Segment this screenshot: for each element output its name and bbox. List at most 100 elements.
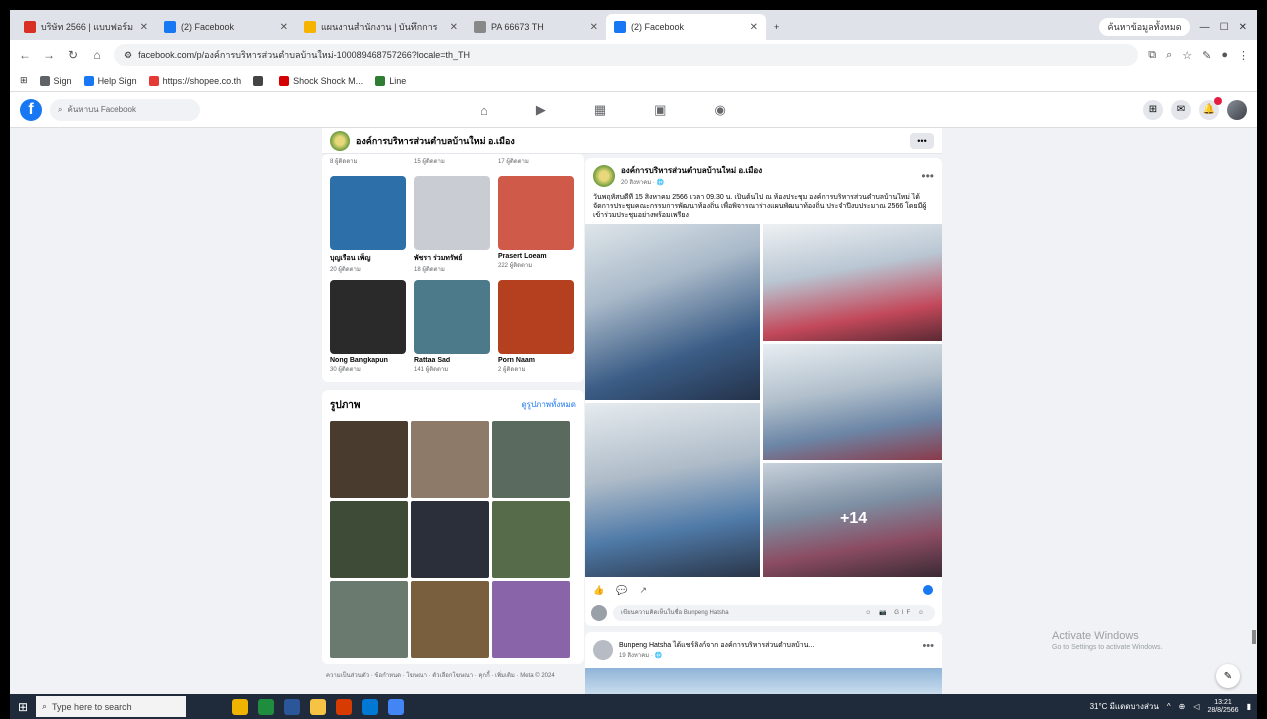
audience-icon[interactable] — [923, 585, 933, 595]
messenger-icon[interactable]: ✉ — [1171, 99, 1191, 120]
post-photo-1[interactable] — [585, 224, 760, 400]
tray-arrow-icon[interactable]: ^ — [1167, 702, 1171, 711]
friend-name[interactable]: Porn Naam — [498, 357, 574, 364]
new-tab-icon[interactable]: + — [766, 14, 787, 40]
facebook-search[interactable]: ⌕ ค้นหาบน Facebook — [50, 98, 200, 121]
photo-tile[interactable] — [492, 421, 570, 498]
taskbar-app-icon[interactable] — [232, 698, 248, 715]
tab-close-icon[interactable]: ✕ — [450, 22, 458, 33]
friend-item[interactable]: บุญเรือน เพ็ญ 20 ผู้ติดตาม — [330, 176, 406, 274]
page-name[interactable]: องค์การบริหารส่วนตำบลบ้านใหม่ อ.เมือง — [356, 134, 515, 148]
second-post-date[interactable]: 19 สิงหาคม · 🌐 — [619, 650, 662, 660]
friend-photo[interactable] — [414, 176, 490, 250]
second-post-menu-icon[interactable]: ••• — [922, 640, 934, 652]
site-info-icon[interactable]: ⚙ — [124, 50, 132, 61]
notification-center-icon[interactable]: ▮ — [1247, 702, 1251, 711]
bookmark-item[interactable]: Line — [375, 75, 406, 86]
taskbar-app-icon[interactable] — [388, 698, 404, 715]
taskbar-app-icon[interactable] — [336, 698, 352, 715]
friend-item[interactable]: Nong Bangkapun 30 ผู้ติดตาม — [330, 280, 406, 374]
friend-item[interactable]: Prasert Loeam 222 ผู้ติดตาม — [498, 176, 574, 274]
more-photos-count[interactable]: +14 — [840, 510, 867, 528]
video-icon[interactable]: ▶ — [536, 102, 546, 118]
reload-icon[interactable]: ↻ — [66, 48, 80, 62]
taskbar-app-icon[interactable] — [310, 698, 326, 715]
comment-tools-icons[interactable]: ☺ 📷 GIF ☺ — [865, 605, 927, 621]
home-icon[interactable]: ⌂ — [480, 103, 488, 118]
friend-name[interactable]: Prasert Loeam — [498, 253, 574, 260]
second-post-image[interactable] — [585, 668, 942, 694]
taskbar-app-icon[interactable] — [258, 698, 274, 715]
browser-tab[interactable]: (2) Facebook ✕ — [606, 14, 766, 40]
menu-grid-icon[interactable]: ⊞ — [1143, 99, 1163, 120]
browser-tab[interactable]: แผนงานสำนักงาน | บันทึกการ ✕ — [296, 14, 466, 40]
taskbar-app-icon[interactable] — [362, 698, 378, 715]
back-icon[interactable]: ← — [18, 48, 32, 62]
friend-item[interactable]: Porn Naam 2 ผู้ติดตาม — [498, 280, 574, 374]
browser-tab[interactable]: บริษัท 2566 | แบบฟอร์ม ✕ — [16, 14, 156, 40]
marketplace-icon[interactable]: ▦ — [594, 102, 606, 118]
taskbar-search[interactable]: ⌕ Type here to search — [36, 696, 186, 717]
maximize-icon[interactable]: ☐ — [1220, 22, 1229, 33]
post-photos[interactable] — [585, 224, 942, 577]
forward-icon[interactable]: → — [42, 48, 56, 62]
bookmark-item[interactable]: https://shopee.co.th — [148, 75, 241, 86]
zoom-icon[interactable]: ⌕ — [1166, 49, 1172, 62]
browser-tab[interactable]: PA 66673 TH ✕ — [466, 14, 606, 40]
friend-photo[interactable] — [498, 280, 574, 354]
photo-tile[interactable] — [492, 501, 570, 578]
scrollbar[interactable] — [1252, 630, 1256, 644]
friend-name[interactable]: Nong Bangkapun — [330, 357, 406, 364]
post-author[interactable]: องค์การบริหารส่วนตำบลบ้านใหม่ อ.เมือง — [621, 164, 762, 177]
post-menu-icon[interactable]: ••• — [921, 169, 934, 183]
photo-tile[interactable] — [411, 421, 489, 498]
share-icon[interactable]: ↗ — [639, 585, 647, 596]
menu-icon[interactable]: ⋮ — [1238, 49, 1249, 62]
comment-input[interactable]: เขียนความคิดเห็นในชื่อ Bunpeng Hatsha ☺ … — [613, 605, 935, 621]
more-button[interactable]: ••• — [910, 132, 934, 149]
post-date[interactable]: 20 สิงหาคม · 🌐 — [621, 177, 762, 187]
close-icon[interactable]: ✕ — [1239, 22, 1247, 33]
friend-item[interactable]: พัชรา ร่วมทรัพย์ 18 ผู้ติดตาม — [414, 176, 490, 274]
gaming-icon[interactable]: ◉ — [714, 102, 725, 118]
translate-icon[interactable]: ⧉ — [1148, 49, 1156, 62]
page-logo[interactable] — [330, 130, 350, 151]
friend-name[interactable]: บุญเรือน เพ็ญ — [330, 253, 406, 264]
second-post-avatar[interactable] — [593, 640, 613, 660]
friend-name[interactable]: พัชรา ร่วมทรัพย์ — [414, 253, 490, 264]
weather-widget[interactable]: 31°C มีแดดบางส่วน — [1090, 700, 1159, 713]
new-message-button[interactable]: ✎ — [1216, 664, 1240, 688]
friend-item[interactable]: Rattaa Sad 141 ผู้ติดตาม — [414, 280, 490, 374]
minimize-icon[interactable]: — — [1200, 22, 1210, 33]
tab-close-icon[interactable]: ✕ — [280, 22, 288, 33]
profile-chip[interactable]: ค้นหาข้อมูลทั้งหมด — [1099, 18, 1190, 36]
extensions-icon[interactable]: ✎ — [1202, 49, 1211, 62]
photo-tile[interactable] — [330, 581, 408, 658]
windows-start-icon[interactable]: ⊞ — [10, 700, 36, 714]
facebook-logo[interactable]: f — [20, 98, 42, 121]
notifications-icon[interactable]: 🔔 — [1199, 96, 1222, 120]
photo-tile[interactable] — [330, 421, 408, 498]
post-photo-3[interactable] — [763, 344, 942, 460]
post-author-avatar[interactable] — [593, 164, 615, 187]
address-bar[interactable]: ⚙ facebook.com/p/องค์การบริหารส่วนตำบลบ้… — [114, 44, 1139, 66]
friend-photo[interactable] — [330, 176, 406, 250]
browser-tab[interactable]: (2) Facebook ✕ — [156, 14, 296, 40]
tab-close-icon[interactable]: ✕ — [750, 22, 758, 33]
groups-icon[interactable]: ▣ — [654, 102, 666, 118]
home-icon[interactable]: ⌂ — [90, 48, 104, 62]
photo-tile[interactable] — [330, 501, 408, 578]
apps-grid-icon[interactable]: ⊞ — [20, 75, 28, 86]
friend-photo[interactable] — [498, 176, 574, 250]
like-icon[interactable]: 👍 — [593, 585, 604, 596]
photo-tile[interactable] — [411, 501, 489, 578]
post-photo-2[interactable] — [763, 224, 942, 341]
taskbar-app-icon[interactable] — [284, 698, 300, 715]
account-avatar[interactable] — [1227, 99, 1247, 120]
network-icon[interactable]: ⊕ — [1179, 702, 1186, 711]
friend-photo[interactable] — [330, 280, 406, 354]
volume-icon[interactable]: ◁ — [1193, 702, 1199, 711]
photo-tile[interactable] — [492, 581, 570, 658]
bookmark-item[interactable] — [253, 75, 267, 86]
comment-icon[interactable]: 💬 — [616, 585, 627, 596]
